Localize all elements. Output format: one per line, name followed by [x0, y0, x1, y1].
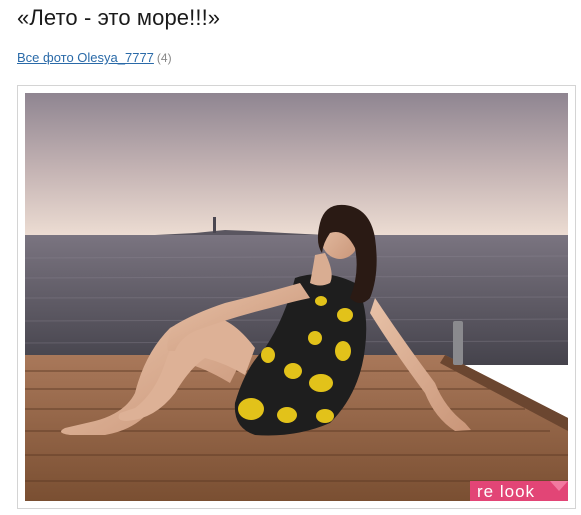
bollard	[453, 321, 463, 365]
photo[interactable]: re look	[25, 93, 568, 501]
watermark: re look	[470, 481, 568, 501]
photo-frame: re look	[17, 85, 576, 509]
album-line: Все фото Olesya_7777 (4)	[17, 50, 172, 65]
all-photos-link[interactable]: Все фото Olesya_7777	[17, 50, 154, 65]
page-title: «Лето - это море!!!»	[17, 5, 221, 30]
sky	[25, 93, 568, 235]
lighthouse	[213, 217, 216, 233]
photo-count: (4)	[156, 51, 172, 65]
watermark-text: re look	[477, 482, 535, 501]
